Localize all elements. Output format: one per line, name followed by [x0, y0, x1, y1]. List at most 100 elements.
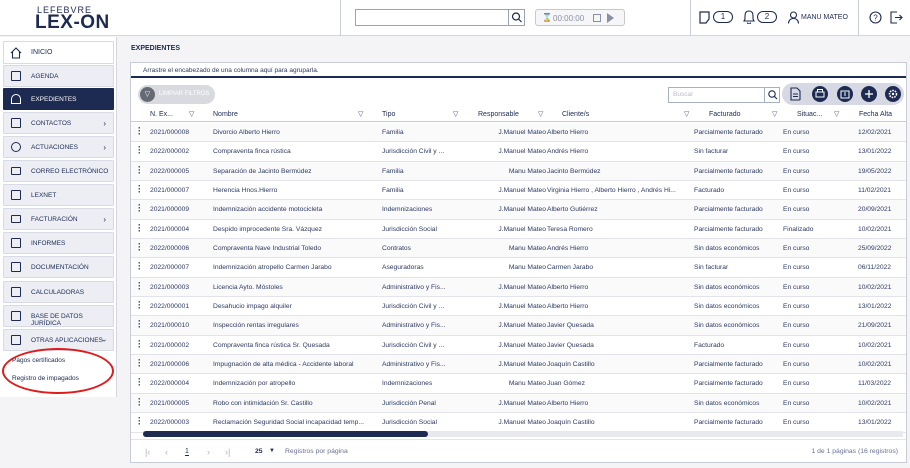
table-row[interactable]: · · · 2022/000004 Indemnización por atropell… — [131, 374, 906, 394]
row-menu-icon[interactable]: · · · — [138, 298, 141, 313]
page-size-select[interactable]: 25 — [255, 448, 263, 455]
table-row[interactable]: · · · 2021/000006 Impugnación de alta médica… — [131, 355, 906, 375]
settings-button[interactable] — [885, 86, 901, 102]
filter-icon[interactable]: ▽ — [453, 110, 458, 118]
grid-search-input[interactable] — [673, 91, 765, 98]
row-menu-icon[interactable]: · · · — [138, 182, 141, 197]
sidebar-item-correo[interactable]: CORREO ELECTRÓNICO — [3, 160, 114, 182]
cell-facturado: Sin facturar — [694, 148, 729, 156]
global-search-input[interactable] — [355, 9, 525, 26]
note-icon[interactable] — [699, 11, 711, 24]
filter-icon[interactable]: ▽ — [684, 110, 689, 118]
table-row[interactable]: · · · 2021/000008 Divorcio Alberto Hierro Fam… — [131, 123, 906, 143]
column-header-situacion[interactable]: Situac... — [797, 111, 822, 118]
row-menu-icon[interactable]: · · · — [138, 336, 141, 351]
row-menu-icon[interactable]: · · · — [138, 356, 141, 371]
filter-icon[interactable]: ▽ — [772, 110, 777, 118]
column-header-clientes[interactable]: Cliente/s — [562, 111, 589, 118]
filter-icon[interactable]: ▽ — [358, 110, 363, 118]
add-expediente-button[interactable] — [861, 86, 877, 102]
sidebar-item-expedientes[interactable]: EXPEDIENTES — [3, 88, 114, 110]
column-header-nombre[interactable]: Nombre — [213, 111, 238, 118]
row-menu-icon[interactable]: · · · — [138, 394, 141, 409]
sidebar-item-agenda[interactable]: AGENDA — [3, 65, 114, 87]
first-page-icon[interactable]: |‹ — [145, 447, 150, 457]
cell-situacion: En curso — [783, 245, 810, 253]
table-row[interactable]: · · · 2022/000007 Indemnización atropello Ca… — [131, 258, 906, 278]
sidebar-item-lexnet[interactable]: LEXNET — [3, 184, 114, 206]
cell-responsable: J.Manuel Mateo — [498, 419, 546, 427]
help-icon[interactable]: ? — [869, 11, 882, 24]
column-header-tipo[interactable]: Tipo — [382, 111, 395, 118]
row-menu-icon[interactable]: · · · — [138, 375, 141, 390]
alerts-count-badge[interactable]: 2 — [757, 11, 777, 23]
print-button[interactable] — [812, 86, 828, 102]
search-button[interactable] — [508, 10, 524, 25]
sidebar-item-calculadoras[interactable]: CALCULADORAS — [3, 281, 114, 303]
row-menu-icon[interactable]: · · · — [138, 124, 141, 139]
sidebar-item-base-datos[interactable]: BASE DE DATOS JURÍDICA — [3, 305, 114, 327]
scrollbar-thumb[interactable] — [143, 431, 428, 437]
table-row[interactable]: · · · 2022/000005 Separación de Jacinto Berm… — [131, 161, 906, 182]
table-row[interactable]: · · · 2021/000002 Compraventa finca rústica … — [131, 336, 906, 356]
row-menu-icon[interactable]: · · · — [138, 259, 141, 274]
filter-icon[interactable]: ▽ — [189, 110, 194, 118]
sidebar-item-actuaciones[interactable]: ACTUACIONES › — [3, 136, 114, 158]
table-row[interactable]: · · · 2022/000002 Compraventa finca rústica J… — [131, 142, 906, 162]
user-name[interactable]: MANU MATEO — [801, 14, 848, 21]
horizontal-scrollbar[interactable] — [143, 431, 903, 437]
row-menu-icon[interactable]: · · · — [138, 240, 141, 255]
sidebar-item-facturacion[interactable]: FACTURACIÓN › — [3, 208, 114, 230]
filter-icon[interactable]: ▽ — [538, 110, 543, 118]
column-header-numero[interactable]: N. Ex... — [150, 111, 173, 118]
caret-down-icon[interactable]: ▼ — [269, 448, 275, 454]
grid-search-field[interactable] — [668, 87, 780, 103]
row-menu-icon[interactable]: · · · — [138, 278, 141, 293]
user-icon[interactable] — [788, 11, 799, 24]
row-menu-icon[interactable]: · · · — [138, 414, 141, 429]
column-header-facturado[interactable]: Facturado — [709, 111, 741, 118]
sidebar-item-informes[interactable]: INFORMES — [3, 232, 114, 254]
row-menu-icon[interactable]: · · · — [138, 317, 141, 332]
sidebar-item-label: CALCULADORAS — [31, 289, 85, 296]
grid-search-button[interactable] — [764, 88, 779, 102]
export-document-icon[interactable] — [787, 86, 803, 102]
table-row[interactable]: · · · 2021/000004 Despido improcedente Sra. … — [131, 220, 906, 240]
row-menu-icon[interactable]: · · · — [138, 201, 141, 216]
sidebar-item-contactos[interactable]: CONTACTOS › — [3, 112, 114, 134]
column-header-fecha-alta[interactable]: Fecha Alta — [859, 111, 892, 118]
sidebar-item-inicio[interactable]: INICIO — [3, 41, 114, 64]
sidebar: INICIO AGENDA EXPEDIENTES CONTACTOS › AC… — [0, 37, 117, 397]
row-menu-icon[interactable]: · · · — [138, 162, 141, 177]
table-row[interactable]: · · · 2021/000007 Herencia Hnos.Hierro Famili… — [131, 181, 906, 201]
current-page[interactable]: 1 — [185, 448, 189, 456]
table-row[interactable]: · · · 2021/000010 Inspección rentas irregula… — [131, 316, 906, 336]
cell-responsable: J.Manuel Mateo — [498, 283, 546, 291]
filter-icon[interactable]: ▽ — [834, 110, 839, 118]
table-row[interactable]: · · · 2021/000005 Robo con intimidación Sr. … — [131, 393, 906, 414]
table-row[interactable]: · · · 2021/000003 Licencia Ayto. Móstoles Adm… — [131, 277, 906, 298]
notes-count-badge[interactable]: 1 — [713, 11, 733, 23]
clear-filters-button[interactable]: ▽ LIMPIAR FILTROS — [138, 85, 215, 104]
bell-icon[interactable] — [743, 10, 755, 24]
row-menu-icon[interactable]: · · · — [138, 143, 141, 158]
logout-icon[interactable] — [890, 11, 903, 24]
cell-numero: 2021/000007 — [150, 187, 190, 195]
row-menu-icon[interactable]: · · · — [138, 220, 141, 235]
archive-button[interactable] — [837, 86, 853, 102]
cell-nombre: Indemnización atropello Carmen Jarabo — [213, 264, 332, 272]
prev-page-icon[interactable]: ‹ — [165, 447, 168, 457]
play-timer-button[interactable] — [607, 13, 614, 23]
table-row[interactable]: · · · 2022/000006 Compraventa Nave Industria… — [131, 239, 906, 259]
table-row[interactable]: · · · 2021/000009 Indemnización accidente mo… — [131, 200, 906, 220]
stop-timer-button[interactable] — [593, 14, 601, 22]
table-row[interactable]: · · · 2022/000001 Desahucio impago alquiler J… — [131, 297, 906, 317]
table-row[interactable]: · · · 2022/000003 Reclamación Seguridad Soci… — [131, 413, 906, 433]
sidebar-item-documentacion[interactable]: DOCUMENTACIÓN — [3, 256, 114, 278]
brand-logo[interactable]: LEX-ON — [35, 12, 110, 34]
last-page-icon[interactable]: ›| — [225, 447, 230, 457]
cell-situacion: En curso — [783, 129, 810, 136]
next-page-icon[interactable]: › — [207, 447, 210, 457]
group-panel[interactable]: Arrastre el encabezado de una columna aq… — [131, 63, 906, 78]
column-header-responsable[interactable]: Responsable — [478, 111, 519, 118]
